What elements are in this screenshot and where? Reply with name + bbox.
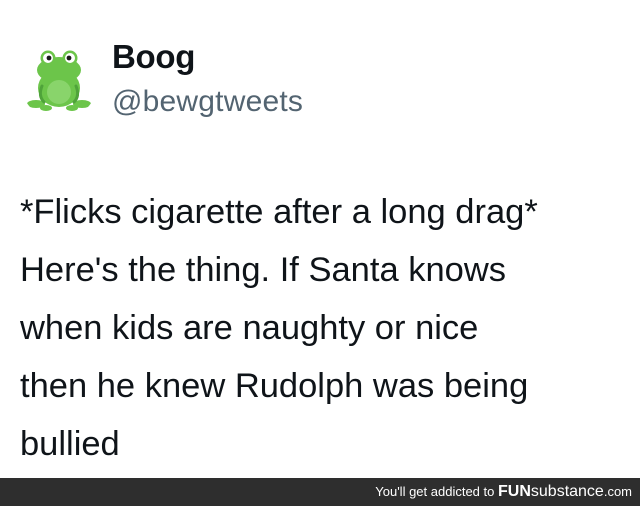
watermark-footer: You'll get addicted to FUNsubstance.com [0, 478, 640, 506]
tweet-card: Boog @bewgtweets *Flicks cigarette after… [0, 0, 640, 478]
tweet-text-line: bullied [20, 425, 120, 463]
watermark-brand-bold: FUN [498, 483, 531, 500]
tweet-text-line: then he knew Rudolph was being [20, 367, 529, 405]
watermark-brand-rest: substance [530, 483, 604, 500]
tweet-text-line: when kids are naughty or nice [20, 309, 479, 347]
user-handle[interactable]: @bewgtweets [112, 85, 303, 119]
watermark-brand-tld: .com [603, 484, 632, 499]
avatar[interactable] [20, 42, 98, 120]
frog-icon [27, 50, 91, 111]
tweet-text-line: *Flicks cigarette after a long drag* [20, 193, 538, 231]
watermark-text[interactable]: You'll get addicted to FUNsubstance.com [375, 478, 632, 506]
tweet-text-line: Here's the thing. If Santa knows [20, 251, 507, 289]
tweet-text: *Flicks cigarette after a long drag* Her… [20, 183, 630, 473]
watermark-tagline: You'll get addicted to [375, 484, 495, 499]
display-name[interactable]: Boog [112, 38, 195, 76]
